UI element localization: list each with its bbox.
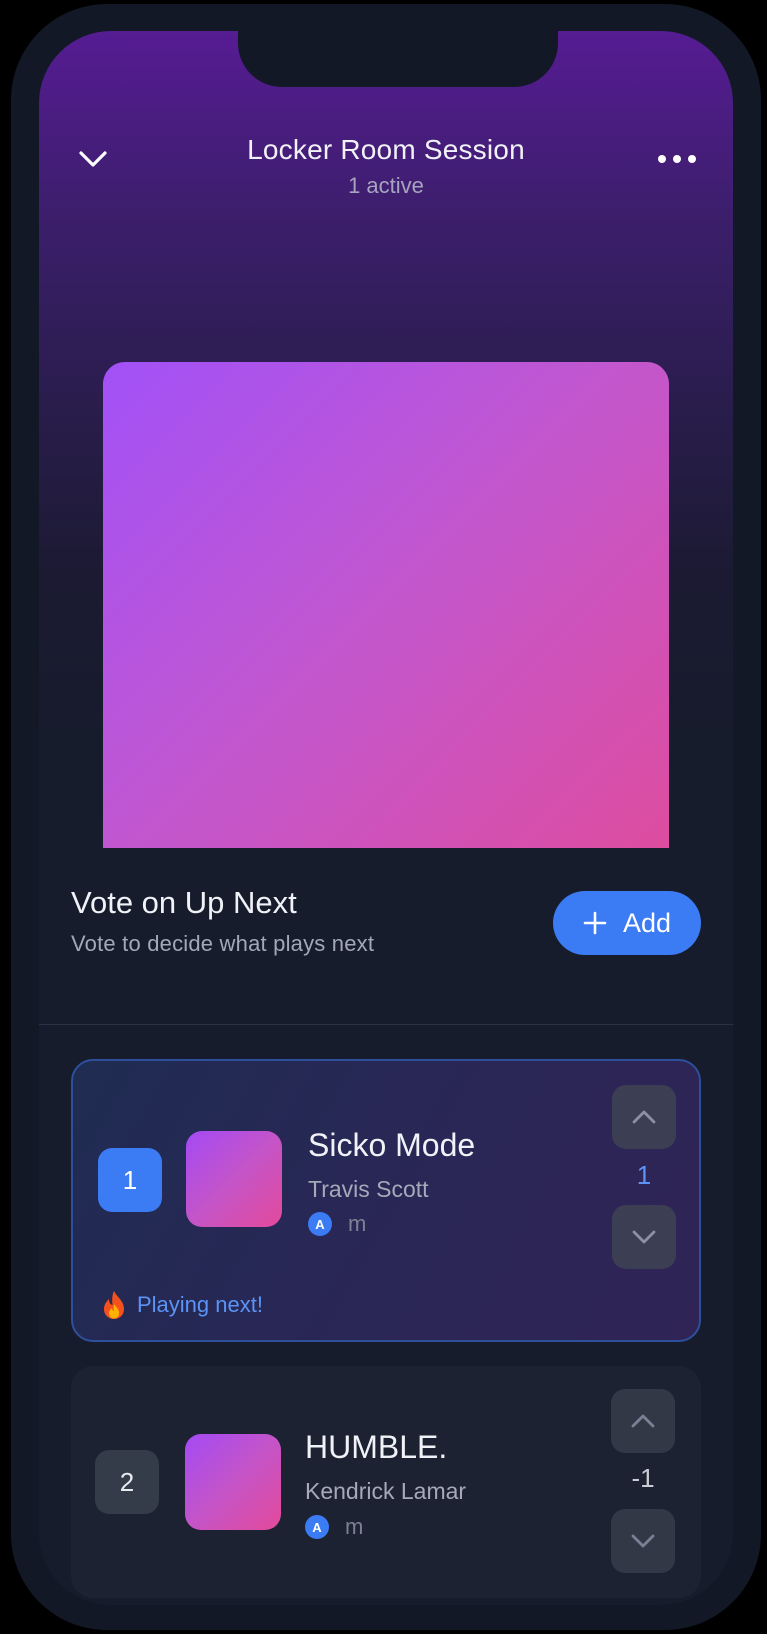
sheet-subtitle: Vote to decide what plays next [71,931,375,956]
sheet-title: Vote on Up Next [71,885,297,920]
notch [238,31,558,87]
vote-score: -1 [631,1463,655,1493]
playing-next-status: Playing next! [101,1290,263,1320]
phone-frame: Locker Room Session 1 active Vote on Up … [11,4,761,1630]
session-title: Locker Room Session [247,134,525,165]
added-by-name: m [345,1514,364,1539]
song-title: Sicko Mode [308,1127,476,1163]
plus-icon [583,911,607,935]
more-horizontal-icon [658,155,696,163]
playing-next-label: Playing next! [137,1292,263,1317]
chevron-up-icon [631,1414,655,1428]
divider [39,1024,733,1025]
screen: Locker Room Session 1 active Vote on Up … [39,31,733,1605]
song-title: HUMBLE. [305,1429,448,1465]
upvote-button[interactable] [612,1085,676,1149]
album-artwork [103,362,669,928]
add-button-label: Add [622,907,672,938]
now-playing-hero: Locker Room Session 1 active [39,31,733,928]
queue-item: 2 HUMBLE. Kendrick Lamar A m -1 [71,1366,701,1598]
song-thumbnail [185,1434,281,1530]
fire-icon [104,1291,124,1319]
more-button[interactable] [655,141,699,177]
chevron-down-icon [632,1230,656,1244]
queue-item: 1 Sicko Mode Travis Scott A m 1 Playing … [71,1059,701,1342]
upvote-button[interactable] [611,1389,675,1453]
chevron-down-icon [79,151,107,167]
session-header: Locker Room Session 1 active [159,133,613,201]
avatar: A [308,1212,332,1236]
downvote-button[interactable] [612,1205,676,1269]
rank-badge: 1 [98,1148,162,1212]
song-artist: Travis Scott [308,1176,429,1202]
vote-score: 1 [636,1160,652,1190]
added-by-name: m [348,1211,367,1236]
chevron-down-icon [631,1534,655,1548]
avatar: A [305,1515,329,1539]
song-thumbnail [186,1131,282,1227]
collapse-button[interactable] [73,141,113,177]
added-by: A m [305,1514,363,1540]
add-song-button[interactable]: Add [553,891,701,955]
song-artist: Kendrick Lamar [305,1478,467,1504]
rank-badge: 2 [95,1450,159,1514]
downvote-button[interactable] [611,1509,675,1573]
active-count: 1 active [348,173,424,198]
added-by: A m [308,1211,366,1237]
chevron-up-icon [632,1110,656,1124]
up-next-sheet: Vote on Up Next Vote to decide what play… [39,848,733,1605]
